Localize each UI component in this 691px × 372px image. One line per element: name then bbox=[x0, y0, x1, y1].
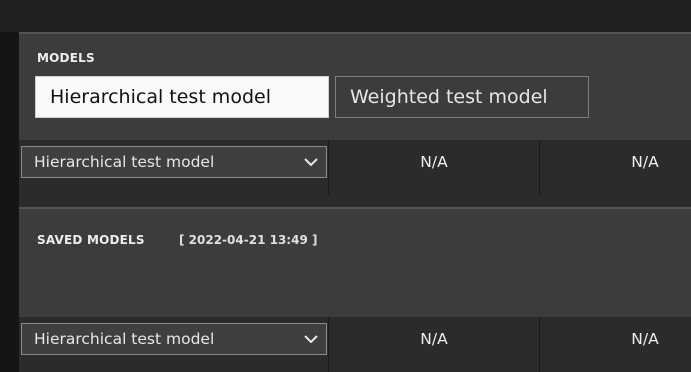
app-window: MODELS Hierarchical test model Weighted … bbox=[0, 0, 691, 372]
models-section-title: MODELS bbox=[37, 51, 95, 65]
saved-timestamp: [ 2022-04-21 13:49 ] bbox=[179, 233, 318, 247]
models-panel: MODELS Hierarchical test model Weighted … bbox=[19, 32, 691, 142]
saved-model-row: Hierarchical test model N/A N/A bbox=[19, 317, 691, 372]
model-row: Hierarchical test model N/A N/A bbox=[19, 140, 691, 195]
chevron-down-icon[interactable] bbox=[304, 147, 318, 177]
tab-weighted-test-model[interactable]: Weighted test model bbox=[335, 76, 589, 118]
saved-model-select-value: Hierarchical test model bbox=[34, 330, 215, 348]
chevron-down-icon[interactable] bbox=[304, 324, 318, 354]
saved-models-section-title: SAVED MODELS bbox=[37, 233, 145, 247]
saved-value-cell: N/A bbox=[420, 330, 448, 348]
left-rail bbox=[0, 32, 19, 372]
saved-models-panel: SAVED MODELS [ 2022-04-21 13:49 ] bbox=[19, 207, 691, 319]
model-value-cell: N/A bbox=[420, 153, 448, 171]
saved-model-select[interactable]: Hierarchical test model bbox=[21, 323, 327, 355]
model-select[interactable]: Hierarchical test model bbox=[21, 146, 327, 178]
saved-value-cell: N/A bbox=[631, 330, 659, 348]
tab-hierarchical-test-model[interactable]: Hierarchical test model bbox=[35, 76, 329, 118]
model-select-value: Hierarchical test model bbox=[34, 153, 215, 171]
top-bar bbox=[0, 0, 691, 32]
model-value-cell: N/A bbox=[631, 153, 659, 171]
